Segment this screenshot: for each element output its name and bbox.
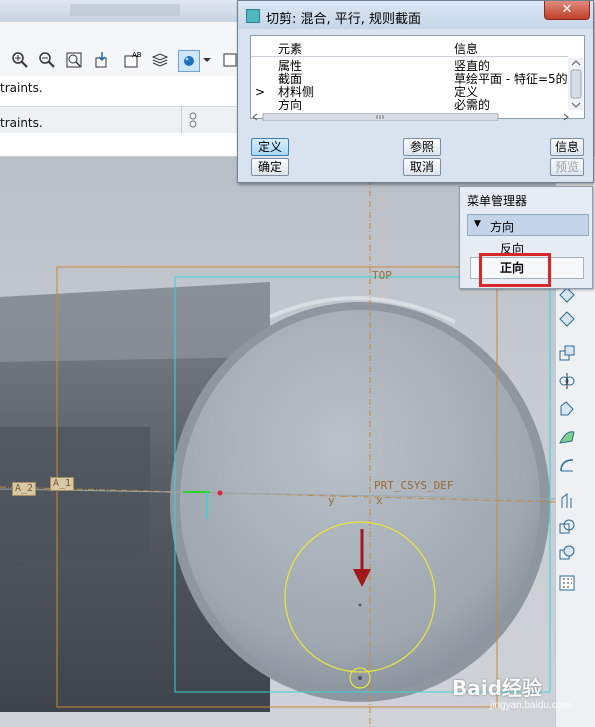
menu-section-direction[interactable]: ▼ 方向 xyxy=(467,214,589,236)
dialog-title: 切剪: 混合, 平行, 规则截面 xyxy=(266,12,422,27)
dropdown-arrow-icon[interactable] xyxy=(202,50,212,70)
message-strip: traints. xyxy=(0,106,245,133)
intersect-icon[interactable] xyxy=(556,542,578,564)
horizontal-scrollbar[interactable] xyxy=(251,110,584,122)
vertical-scrollbar[interactable] xyxy=(568,58,583,110)
list-item[interactable]: 截面 草绘平面 - 特征=5的 xyxy=(251,73,568,85)
dialog-title-bar[interactable]: 切剪: 混合, 平行, 规则截面 ✕ xyxy=(238,1,593,29)
watermark-url: jingyan.baidu.com xyxy=(490,700,571,711)
csys-label[interactable]: PRT_CSYS_DEF xyxy=(374,479,453,492)
surface-icon[interactable] xyxy=(556,454,578,476)
refit-icon[interactable] xyxy=(64,50,84,70)
list-item[interactable]: 方向 必需的 xyxy=(251,99,568,110)
collapse-triangle-icon: ▼ xyxy=(474,219,481,229)
list-item[interactable]: > 材料侧 定义 xyxy=(251,86,568,98)
cancel-button[interactable]: 取消 xyxy=(403,158,441,176)
layers-icon[interactable] xyxy=(150,50,170,70)
message-area: traints. traints. xyxy=(0,76,246,156)
datum-axis-tag-a2[interactable]: A_2 xyxy=(12,482,37,496)
app-title-blurred xyxy=(70,4,180,16)
view-toolbar: AB xyxy=(0,44,245,77)
list-item[interactable]: 属性 竖直的 xyxy=(251,60,568,72)
offset-icon[interactable] xyxy=(556,490,578,512)
dialog-app-icon xyxy=(246,9,260,23)
pattern-icon[interactable] xyxy=(556,572,578,594)
list-rows: 属性 竖直的 截面 草绘平面 - 特征=5的 > 材料侧 定义 方向 必需的 xyxy=(251,58,568,110)
baidu-watermark: Baid经验 xyxy=(452,676,542,700)
message-line-2: traints. xyxy=(0,116,43,130)
axis-x-label: x xyxy=(376,494,383,507)
menu-manager-title: 菜单管理器 xyxy=(467,194,528,208)
shell-icon[interactable] xyxy=(556,342,578,364)
zoom-in-icon[interactable] xyxy=(10,50,30,70)
ok-button[interactable]: 确定 xyxy=(251,158,289,176)
define-button[interactable]: 定义 xyxy=(251,138,289,156)
message-line-1: traints. xyxy=(0,81,43,95)
saved-views-icon[interactable]: AB xyxy=(122,50,142,70)
zoom-out-icon[interactable] xyxy=(37,50,57,70)
highlight-box xyxy=(479,253,551,287)
axis-y-label: y xyxy=(328,494,335,507)
datum-axis-tag-a1[interactable]: A_1 xyxy=(50,477,75,491)
menu-bar xyxy=(0,22,245,44)
reorient-icon[interactable] xyxy=(92,50,112,70)
merge-icon[interactable] xyxy=(556,516,578,538)
element-list[interactable]: 元素 信息 属性 竖直的 截面 草绘平面 - 特征=5的 > 材料侧 定义 方向… xyxy=(250,35,585,122)
chamfer-icon[interactable] xyxy=(556,308,578,330)
status-light-icon xyxy=(187,111,199,132)
column-header-info: 信息 xyxy=(454,42,479,56)
refs-button[interactable]: 参照 xyxy=(403,138,441,156)
mirror-icon[interactable] xyxy=(556,370,578,392)
cut-blend-dialog: 切剪: 混合, 平行, 规则截面 ✕ 元素 信息 属性 竖直的 截面 草绘平面 … xyxy=(237,0,594,183)
preview-button[interactable]: 预览 xyxy=(550,158,584,176)
info-button[interactable]: 信息 xyxy=(550,138,584,156)
close-button[interactable]: ✕ xyxy=(544,1,590,20)
rib-icon[interactable] xyxy=(556,398,578,420)
draft-icon[interactable] xyxy=(556,426,578,448)
svg-text:AB: AB xyxy=(132,51,141,59)
display-style-icon[interactable] xyxy=(178,50,200,72)
top-plane-label[interactable]: TOP xyxy=(372,269,392,282)
column-header-element: 元素 xyxy=(278,42,303,56)
menu-section-label: 方向 xyxy=(490,220,515,234)
